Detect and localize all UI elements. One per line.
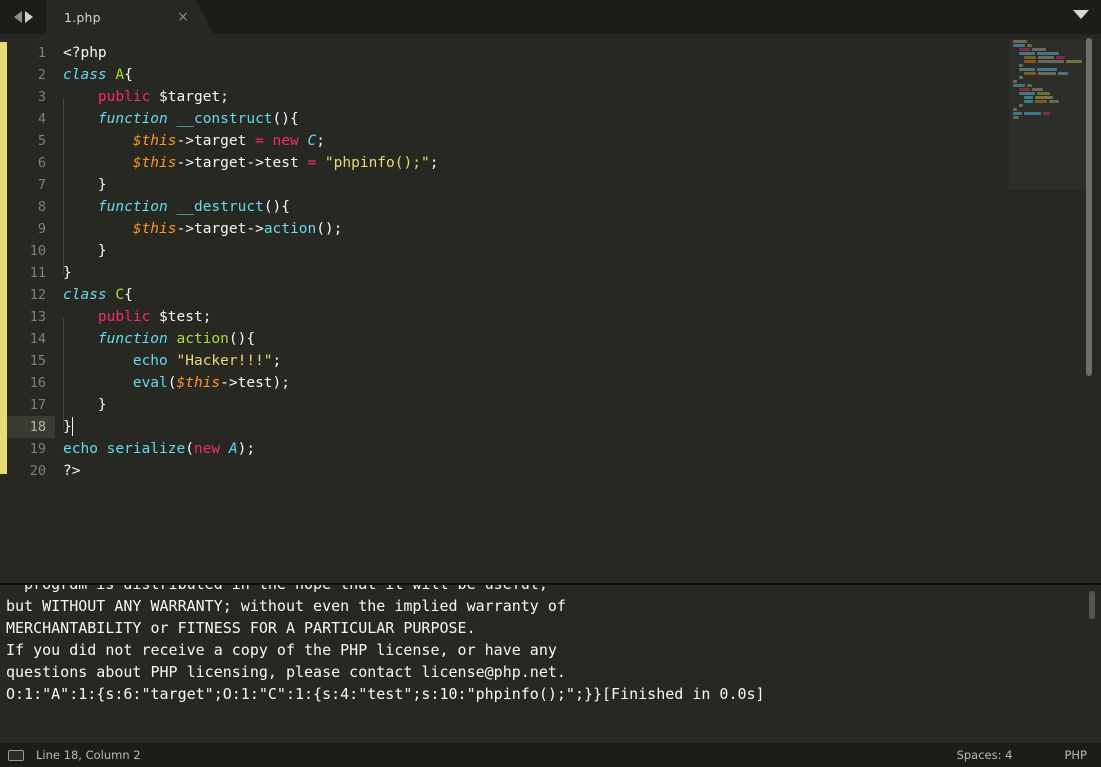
code-line-7[interactable]: } <box>63 174 1101 208</box>
sublime-text-window: 1.php × 1 2 3 4 5 6 7 8 9 10 11 12 13 14… <box>0 0 1101 767</box>
console-line: MERCHANTABILITY or FITNESS FOR A PARTICU… <box>6 619 476 637</box>
code-line-1[interactable]: <?php <box>63 42 1101 64</box>
code-line-6[interactable]: $this->target->test = "phpinfo();"; <box>63 152 1101 186</box>
line-number-active: 18 <box>0 416 55 438</box>
line-number: 13 <box>29 309 46 325</box>
console-line: questions about PHP licensing, please co… <box>6 663 566 681</box>
console-line: but WITHOUT ANY WARRANTY; without even t… <box>6 597 566 615</box>
line-number: 10 <box>29 243 46 259</box>
line-number: 15 <box>29 353 46 369</box>
code-line-18[interactable]: } <box>63 416 1101 438</box>
line-number: 9 <box>37 221 46 237</box>
line-number: 3 <box>37 89 46 105</box>
tab-bar: 1.php × <box>0 0 1101 34</box>
status-bar: Line 18, Column 2 Spaces: 4 PHP <box>0 743 1101 767</box>
line-number: 7 <box>37 177 46 193</box>
code-line-9[interactable]: $this->target->action(); <box>63 218 1101 252</box>
panel-toggle-icon[interactable] <box>8 749 24 761</box>
code-line-20[interactable]: ?> <box>63 460 1101 482</box>
code-line-14[interactable]: function action(){ <box>63 328 1101 362</box>
code-line-4[interactable]: function __construct(){ <box>63 108 1101 142</box>
code-line-19[interactable]: echo serialize(new A); <box>63 438 1101 460</box>
code-line-12[interactable]: class C{ <box>63 284 1101 306</box>
arrow-left-icon[interactable] <box>13 11 22 23</box>
line-number: 8 <box>37 199 46 215</box>
editor-scrollbar[interactable] <box>1083 34 1095 583</box>
close-icon[interactable]: × <box>176 10 190 24</box>
syntax-setting[interactable]: PHP <box>1064 748 1087 762</box>
console-line: If you did not receive a copy of the PHP… <box>6 641 557 659</box>
modified-lines-indicator <box>0 42 7 474</box>
line-number: 19 <box>29 441 46 457</box>
code-line-11[interactable]: } <box>63 262 1101 284</box>
console-line-result: O:1:"A":1:{s:6:"target";O:1:"C":1:{s:4:"… <box>6 685 765 703</box>
editor-area[interactable]: 1 2 3 4 5 6 7 8 9 10 11 12 13 14 15 16 1… <box>0 34 1101 583</box>
tab-navigation-arrows[interactable] <box>0 0 46 34</box>
line-number: 17 <box>29 397 46 413</box>
build-output-panel[interactable]: program is distributed in the hope that … <box>0 583 1101 743</box>
line-number: 6 <box>37 155 46 171</box>
minimap-viewport[interactable] <box>1009 40 1089 190</box>
console-line: program is distributed in the hope that … <box>6 583 548 593</box>
chevron-down-icon[interactable] <box>1073 10 1089 19</box>
code-line-5[interactable]: $this->target = new C; <box>63 130 1101 164</box>
code-line-2[interactable]: class A{ <box>63 64 1101 86</box>
line-number: 16 <box>29 375 46 391</box>
minimap[interactable] <box>1013 40 1085 583</box>
line-number: 2 <box>37 67 46 83</box>
code-line-13[interactable]: public $test; <box>63 306 1101 340</box>
line-number: 11 <box>29 265 46 281</box>
indentation-setting[interactable]: Spaces: 4 <box>957 748 1013 762</box>
tab-1php[interactable]: 1.php × <box>46 0 214 34</box>
line-number: 12 <box>29 287 46 303</box>
code-line-10[interactable]: } <box>63 240 1101 274</box>
line-number: 4 <box>37 111 46 127</box>
code-line-16[interactable]: eval($this->test); <box>63 372 1101 406</box>
line-number: 5 <box>37 133 46 149</box>
line-number-gutter: 1 2 3 4 5 6 7 8 9 10 11 12 13 14 15 16 1… <box>0 34 55 583</box>
code-content[interactable]: <?php class A{ public $target; function … <box>55 34 1101 583</box>
code-line-8[interactable]: function __destruct(){ <box>63 196 1101 230</box>
arrow-right-icon[interactable] <box>24 11 33 23</box>
editor-scrollbar-thumb[interactable] <box>1086 38 1092 376</box>
tab-label: 1.php <box>64 9 101 25</box>
cursor-position[interactable]: Line 18, Column 2 <box>36 748 141 762</box>
code-line-15[interactable]: echo "Hacker!!!"; <box>63 350 1101 384</box>
code-line-17[interactable]: } <box>63 394 1101 428</box>
line-number: 1 <box>37 45 46 61</box>
line-number: 14 <box>29 331 46 347</box>
line-number: 20 <box>29 463 46 479</box>
code-line-3[interactable]: public $target; <box>63 86 1101 120</box>
console-scrollbar-thumb[interactable] <box>1089 591 1095 619</box>
